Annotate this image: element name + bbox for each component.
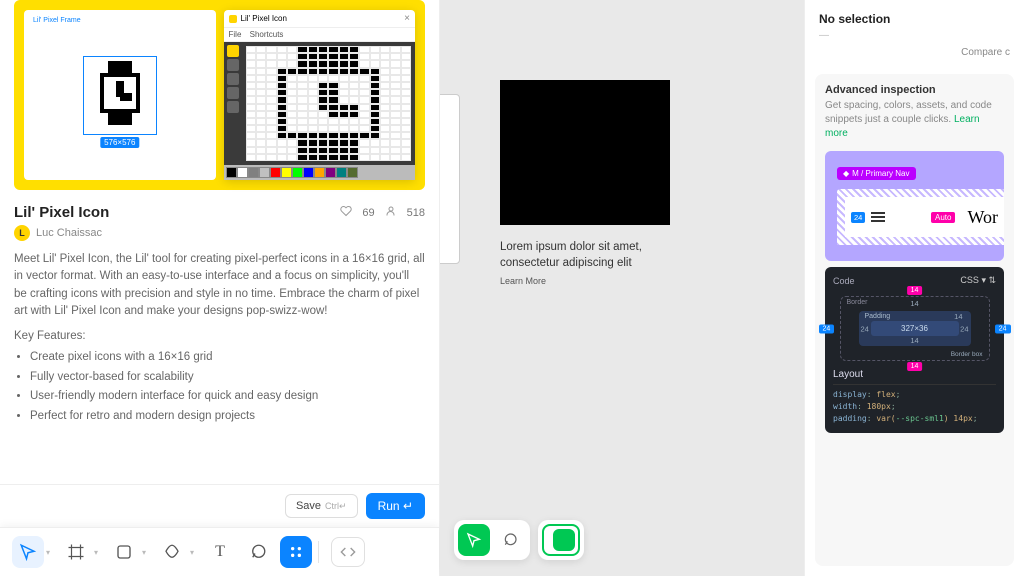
design-canvas[interactable]: Lorem ipsum dolor sit amet, consectetur … bbox=[440, 0, 804, 576]
compare-link[interactable]: Compare c bbox=[819, 47, 1010, 58]
card-desc: Get spacing, colors, assets, and code sn… bbox=[825, 99, 1004, 141]
layer-caption[interactable]: Lorem ipsum dolor sit amet, consectetur … bbox=[500, 239, 690, 288]
partial-frame[interactable] bbox=[440, 94, 460, 264]
watch-pixel-icon bbox=[88, 61, 152, 125]
selection-title: No selection bbox=[819, 12, 1010, 26]
size-badge: 576×576 bbox=[100, 137, 139, 148]
css-code[interactable]: display: flex; width: 180px; padding: va… bbox=[833, 384, 996, 425]
hamburger-icon bbox=[871, 212, 885, 222]
dev-mode-switch[interactable] bbox=[542, 524, 580, 556]
frame-tool[interactable] bbox=[60, 536, 92, 568]
box-model-diagram: 14 Border 14 24 24 Padding 14 24 24 327×… bbox=[840, 296, 990, 361]
app-icon bbox=[229, 15, 237, 23]
chevron-down-icon[interactable]: ▾ bbox=[46, 548, 50, 557]
save-shortcut: Ctrl↵ bbox=[325, 501, 347, 512]
color-palette[interactable] bbox=[224, 165, 416, 180]
image-placeholder[interactable] bbox=[500, 80, 670, 225]
like-count: 69 bbox=[362, 207, 374, 219]
plugin-title: Lil' Pixel Icon bbox=[14, 204, 340, 221]
chevron-down-icon[interactable]: ▾ bbox=[190, 548, 194, 557]
save-button[interactable]: Save Ctrl↵ bbox=[285, 494, 358, 518]
spacing-badge-left: 24 bbox=[851, 212, 865, 223]
chevron-down-icon[interactable]: ▾ bbox=[142, 548, 146, 557]
pen-tool[interactable] bbox=[156, 536, 188, 568]
actions-tool[interactable] bbox=[280, 536, 312, 568]
selected-layer[interactable]: 576×576 bbox=[83, 56, 157, 135]
run-button[interactable]: Run ↵ bbox=[366, 493, 425, 519]
inspect-tool[interactable] bbox=[458, 524, 490, 556]
design-toolbar: ▾ ▾ ▾ ▾ T bbox=[0, 527, 439, 576]
component-tag: ◆ M / Primary Nav bbox=[837, 167, 916, 180]
pixel-editor-window: Lil' Pixel Icon × File Shortcuts bbox=[224, 10, 416, 180]
user-count: 518 bbox=[407, 207, 425, 219]
editor-title: Lil' Pixel Icon bbox=[241, 14, 287, 23]
card-title: Advanced inspection bbox=[825, 84, 1004, 96]
heart-icon[interactable] bbox=[340, 205, 352, 220]
editor-menu[interactable]: File Shortcuts bbox=[224, 28, 416, 42]
learn-more-text[interactable]: Learn More bbox=[500, 275, 690, 288]
action-row: Save Ctrl↵ Run ↵ bbox=[0, 484, 439, 527]
pixel-grid[interactable] bbox=[246, 46, 412, 161]
plugin-panel: Lil' Pixel Frame 576×576 bbox=[0, 0, 440, 576]
features-list: Create pixel icons with a 16×16 grid Ful… bbox=[30, 348, 425, 426]
inspector-panel: No selection — Compare c Advanced inspec… bbox=[804, 0, 1024, 576]
editor-tool-strip[interactable] bbox=[224, 42, 242, 165]
preview-frame[interactable]: Lil' Pixel Frame 576×576 bbox=[24, 10, 216, 180]
selection-dash: — bbox=[819, 30, 1010, 41]
author-name[interactable]: Luc Chaissac bbox=[36, 227, 102, 239]
features-heading: Key Features: bbox=[14, 330, 425, 342]
text-tool[interactable]: T bbox=[204, 536, 236, 568]
author-avatar[interactable]: L bbox=[14, 225, 30, 241]
inspect-preview: ◆ M / Primary Nav 24 Auto Wor bbox=[825, 151, 1004, 261]
plugin-description: Meet Lil' Pixel Icon, the Lil' tool for … bbox=[14, 251, 425, 320]
chevron-down-icon[interactable]: ▾ bbox=[94, 548, 98, 557]
rectangle-tool[interactable] bbox=[108, 536, 140, 568]
canvas-toolbar bbox=[454, 520, 584, 560]
move-tool[interactable] bbox=[12, 536, 44, 568]
frame-label: Lil' Pixel Frame bbox=[30, 16, 84, 25]
plugin-hero: Lil' Pixel Frame 576×576 bbox=[14, 0, 425, 190]
annotate-tool[interactable] bbox=[494, 524, 526, 556]
code-lang[interactable]: CSS ▾ ⇅ bbox=[960, 275, 996, 286]
close-icon[interactable]: × bbox=[404, 13, 410, 24]
auto-badge: Auto bbox=[931, 212, 955, 223]
code-tab[interactable]: Code bbox=[833, 276, 855, 286]
code-panel: Code CSS ▾ ⇅ 14 Border 14 24 24 Padding … bbox=[825, 267, 1004, 433]
comment-tool[interactable] bbox=[242, 536, 274, 568]
users-icon bbox=[385, 205, 397, 220]
dev-mode-toggle[interactable] bbox=[331, 537, 365, 567]
inspection-card: Advanced inspection Get spacing, colors,… bbox=[815, 74, 1014, 566]
logo-text-fragment: Wor bbox=[967, 207, 998, 228]
